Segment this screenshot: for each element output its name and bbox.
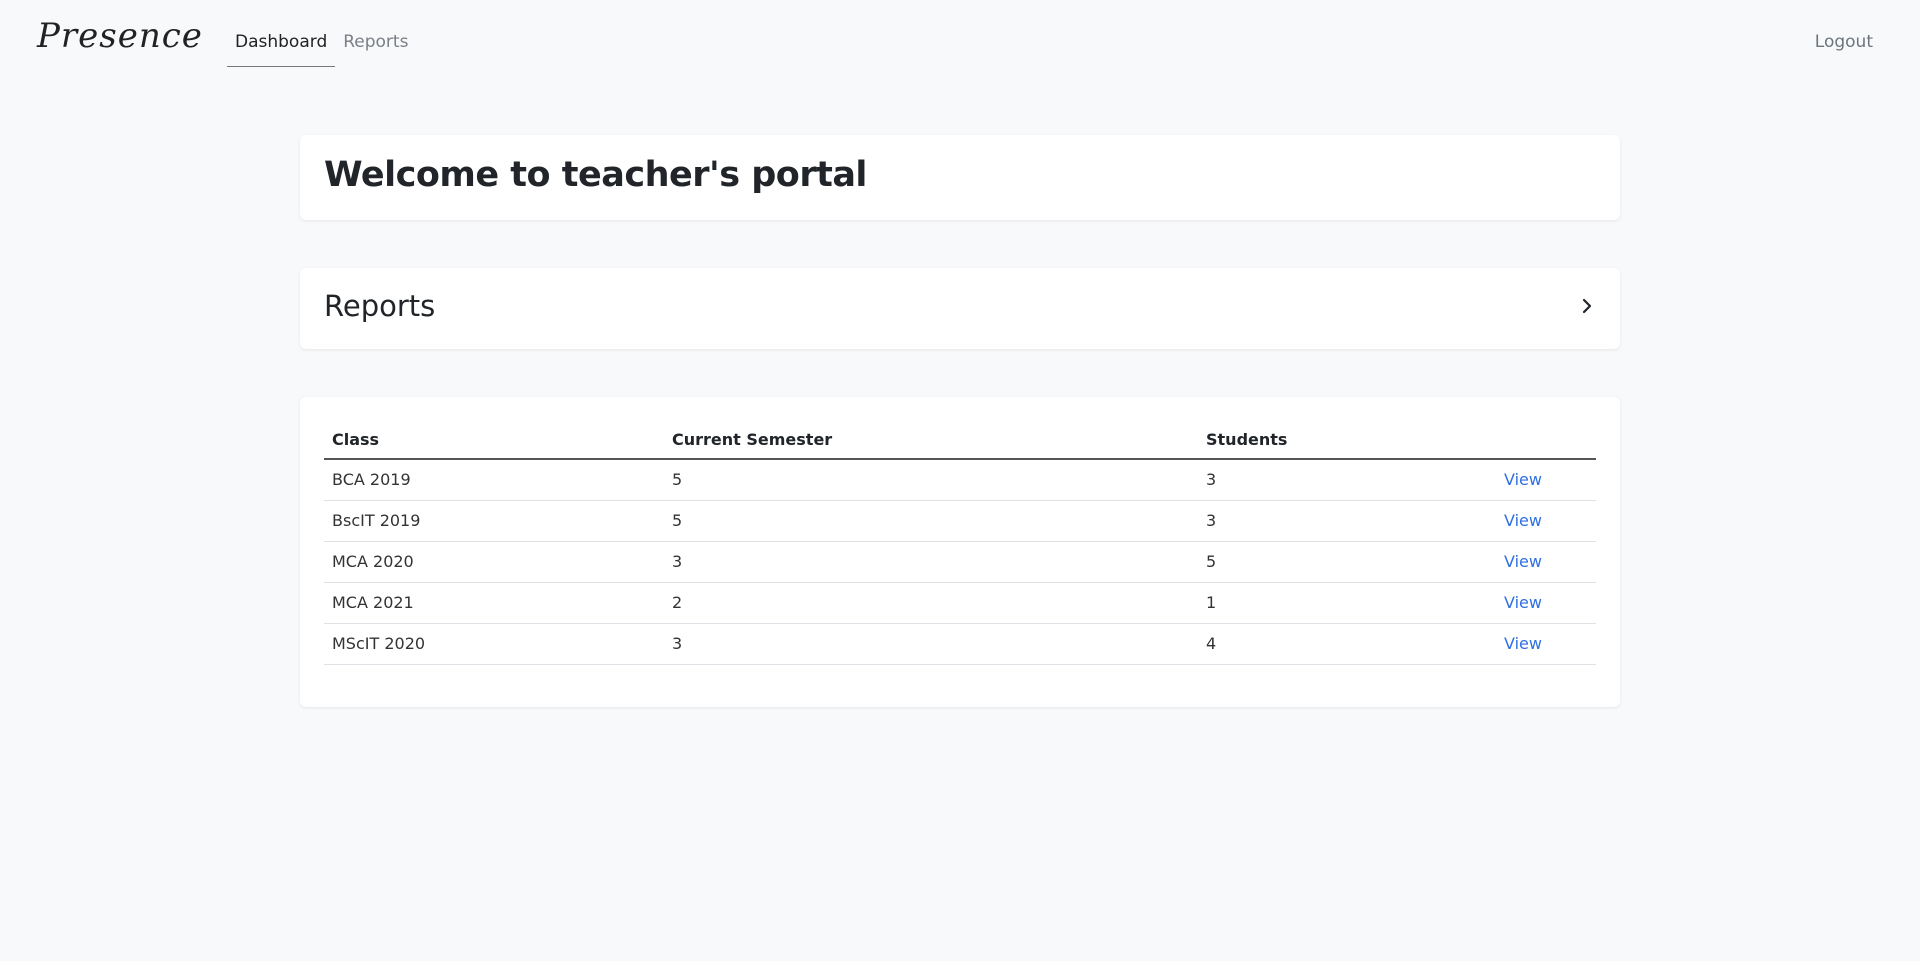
- cell-action: View: [1496, 459, 1596, 501]
- cell-class: MCA 2020: [324, 541, 664, 583]
- view-link[interactable]: View: [1504, 593, 1542, 612]
- nav-links: Dashboard Reports: [227, 28, 416, 67]
- top-navbar: Presence Dashboard Reports Logout: [0, 0, 1920, 84]
- cell-students: 3: [1198, 459, 1496, 501]
- classes-table: Class Current Semester Students BCA 2019…: [324, 423, 1596, 665]
- cell-action: View: [1496, 500, 1596, 542]
- cell-semester: 2: [664, 582, 1198, 624]
- welcome-card: Welcome to teacher's portal: [300, 135, 1620, 220]
- table-row: BscIT 2019 5 3 View: [324, 500, 1596, 542]
- cell-class: BscIT 2019: [324, 500, 664, 542]
- nav-link-dashboard[interactable]: Dashboard: [227, 28, 336, 67]
- reports-card[interactable]: Reports: [300, 268, 1620, 349]
- chevron-right-icon: [1582, 298, 1592, 314]
- cell-students: 4: [1198, 623, 1496, 665]
- cell-semester: 3: [664, 623, 1198, 665]
- view-link[interactable]: View: [1504, 552, 1542, 571]
- cell-class: MCA 2021: [324, 582, 664, 624]
- cell-class: MScIT 2020: [324, 623, 664, 665]
- table-row: BCA 2019 5 3 View: [324, 459, 1596, 501]
- logout-link[interactable]: Logout: [1815, 32, 1873, 52]
- cell-students: 3: [1198, 500, 1496, 542]
- table-row: MCA 2021 2 1 View: [324, 582, 1596, 624]
- page-title: Welcome to teacher's portal: [324, 155, 867, 195]
- nav-link-reports[interactable]: Reports: [335, 28, 416, 67]
- header-action: [1496, 423, 1596, 460]
- cell-semester: 3: [664, 541, 1198, 583]
- cell-class: BCA 2019: [324, 459, 664, 501]
- cell-students: 1: [1198, 582, 1496, 624]
- table-row: MScIT 2020 3 4 View: [324, 623, 1596, 665]
- view-link[interactable]: View: [1504, 634, 1542, 653]
- reports-card-title: Reports: [324, 289, 436, 323]
- table-row: MCA 2020 3 5 View: [324, 541, 1596, 583]
- brand-logo[interactable]: Presence: [37, 16, 203, 56]
- cell-action: View: [1496, 623, 1596, 665]
- header-students: Students: [1198, 423, 1496, 460]
- view-link[interactable]: View: [1504, 470, 1542, 489]
- cell-students: 5: [1198, 541, 1496, 583]
- cell-semester: 5: [664, 500, 1198, 542]
- header-current-semester: Current Semester: [664, 423, 1198, 460]
- classes-card: Class Current Semester Students BCA 2019…: [300, 397, 1620, 707]
- header-class: Class: [324, 423, 664, 460]
- table-header-row: Class Current Semester Students: [324, 423, 1596, 460]
- view-link[interactable]: View: [1504, 511, 1542, 530]
- cell-action: View: [1496, 582, 1596, 624]
- cell-action: View: [1496, 541, 1596, 583]
- cell-semester: 5: [664, 459, 1198, 501]
